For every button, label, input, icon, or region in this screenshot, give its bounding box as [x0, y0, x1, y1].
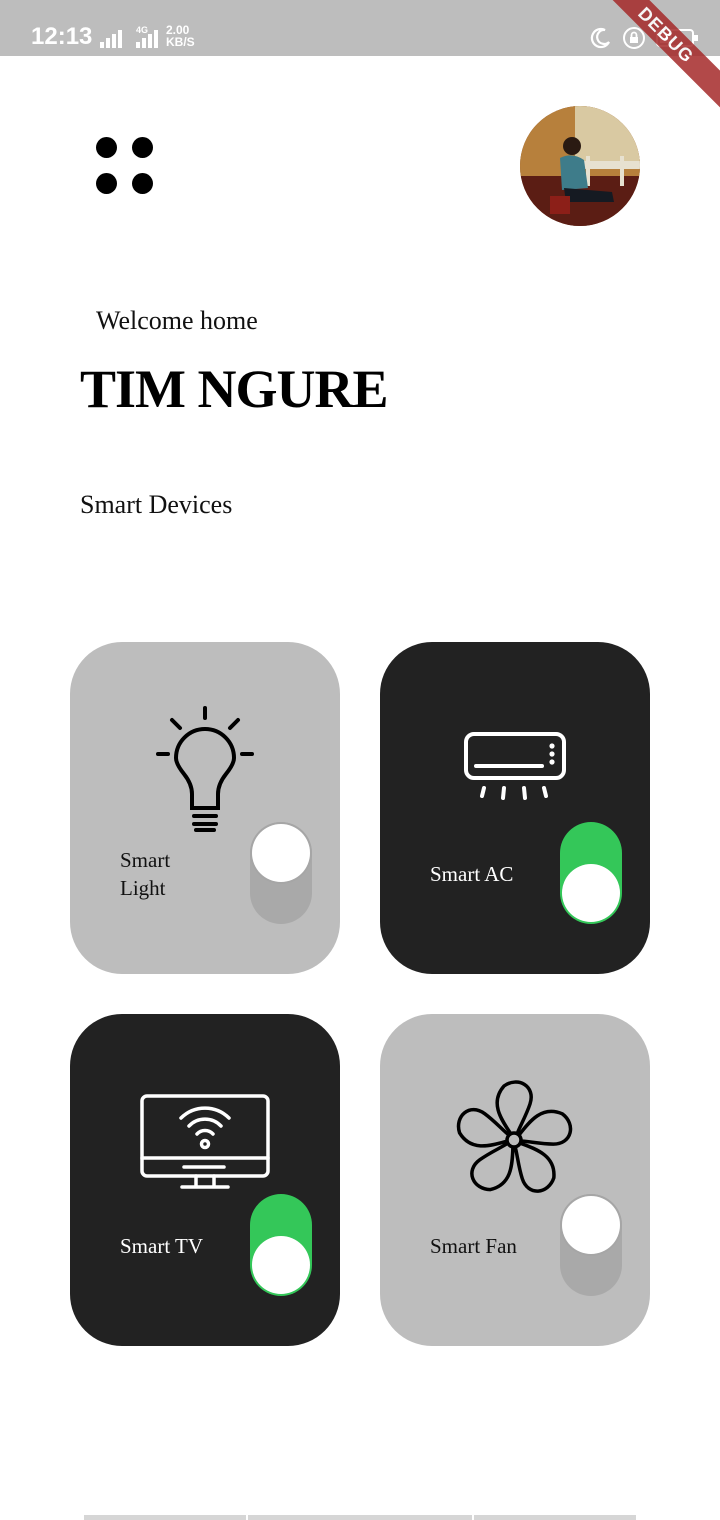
toggle-knob	[562, 864, 620, 922]
device-card-smart-fan[interactable]: Smart Fan	[380, 1014, 650, 1346]
status-time: 12:13	[31, 23, 93, 50]
user-name: TIM NGURE	[80, 359, 389, 419]
user-avatar[interactable]	[520, 106, 640, 226]
menu-dot	[132, 137, 153, 158]
device-toggle[interactable]	[250, 1194, 312, 1296]
signal-4g-icon	[136, 30, 158, 48]
toggle-knob	[252, 1236, 310, 1294]
bottom-nav-indicator	[84, 1515, 636, 1520]
network-speed-unit: KB/S	[166, 35, 195, 49]
device-card-smart-light[interactable]: Smart Light	[70, 642, 340, 974]
light-bulb-icon	[156, 706, 254, 832]
nav-segment[interactable]	[474, 1515, 636, 1520]
menu-dot	[96, 173, 117, 194]
status-bar: 12:13 4G 2.00 KB/S	[0, 0, 720, 56]
menu-dot	[132, 173, 153, 194]
device-toggle[interactable]	[250, 822, 312, 924]
device-toggle[interactable]	[560, 1194, 622, 1296]
toggle-knob	[562, 1196, 620, 1254]
nav-segment[interactable]	[84, 1515, 246, 1520]
fan-icon	[456, 1080, 573, 1193]
moon-icon	[590, 27, 610, 49]
toggle-knob	[252, 824, 310, 882]
avatar-photo	[520, 106, 640, 226]
device-label: Smart TV	[120, 1234, 204, 1258]
device-label: Smart AC	[430, 862, 514, 886]
network-speed: 2.00 KB/S	[166, 24, 195, 48]
device-card-smart-tv[interactable]: Smart TV	[70, 1014, 340, 1346]
device-card-smart-ac[interactable]: Smart AC	[380, 642, 650, 974]
device-label: Smart Light	[120, 848, 171, 900]
smart-tv-icon	[140, 1094, 270, 1189]
menu-button[interactable]	[92, 134, 158, 198]
signal-icon	[100, 30, 122, 48]
device-label: Smart Fan	[430, 1234, 517, 1258]
nav-segment[interactable]	[248, 1515, 472, 1520]
four-dots-menu-icon	[96, 137, 117, 158]
device-toggle[interactable]	[560, 822, 622, 924]
section-title: Smart Devices	[80, 490, 233, 519]
air-conditioner-icon	[464, 732, 566, 800]
welcome-text: Welcome home	[96, 306, 258, 335]
